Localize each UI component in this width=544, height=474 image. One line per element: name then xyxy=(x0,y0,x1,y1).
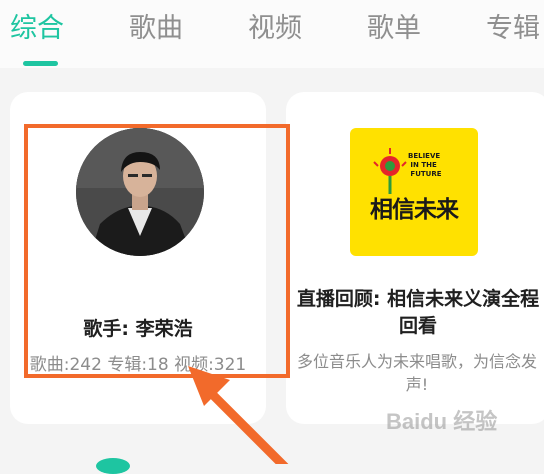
tab-albums[interactable]: 专辑 xyxy=(486,12,540,46)
event-logo-english: BELIEVE IN THE FUTURE xyxy=(408,152,442,178)
watermark: Baidu 经验 xyxy=(386,409,498,434)
next-item-peek xyxy=(96,458,130,474)
event-title: 直播回顾: 相信未来义演全程回看 xyxy=(296,288,540,337)
highlight-annotation-box xyxy=(24,124,290,378)
tab-overview[interactable]: 综合 xyxy=(10,12,64,46)
tab-videos[interactable]: 视频 xyxy=(248,12,302,46)
event-description: 多位音乐人为未来唱歌，为信念发声! xyxy=(296,352,537,394)
tab-playlists[interactable]: 歌单 xyxy=(367,12,421,46)
tab-songs[interactable]: 歌曲 xyxy=(129,12,183,46)
event-logo-text: 相信未来 xyxy=(370,196,459,223)
tab-bar: 综合 歌曲 视频 歌单 专辑 xyxy=(0,0,544,68)
active-tab-indicator xyxy=(23,61,58,66)
event-logo[interactable]: BELIEVE IN THE FUTURE 相信未来 xyxy=(350,128,478,256)
